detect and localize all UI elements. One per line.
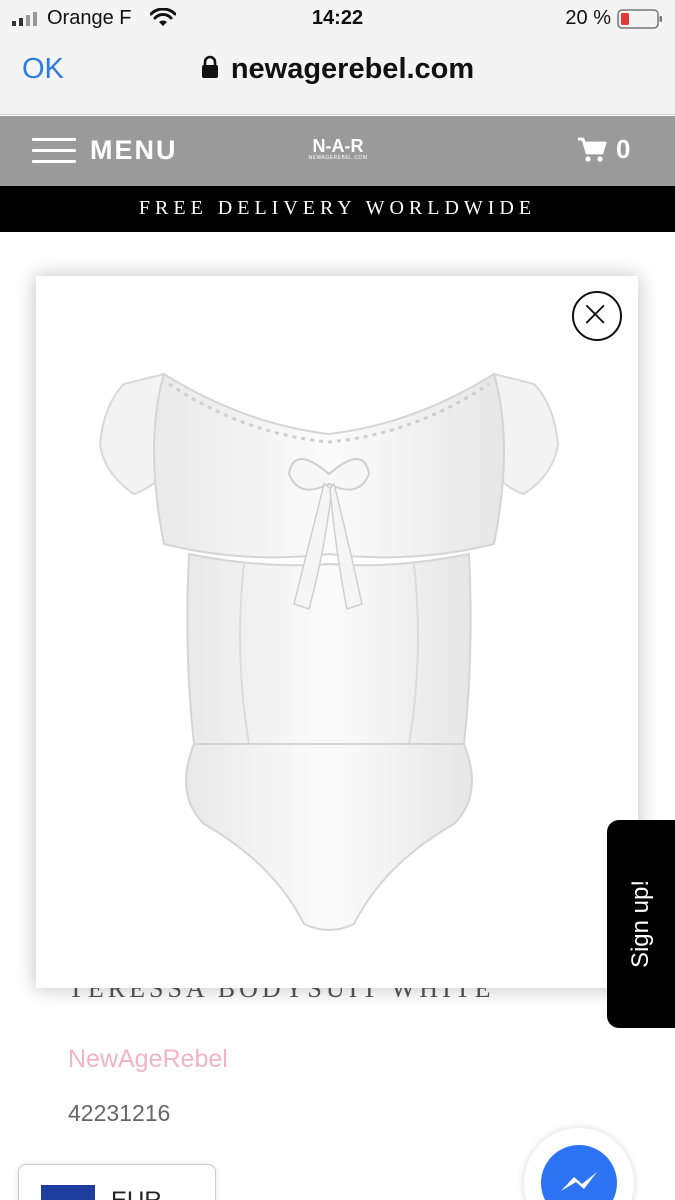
cart-icon[interactable]: [577, 136, 607, 164]
signup-tab[interactable]: Sign up!: [607, 820, 675, 1028]
logo-subtext: NEWAGEREBEL.COM: [308, 155, 368, 161]
url-field[interactable]: newagerebel.com: [0, 53, 675, 86]
battery-percentage: 20 %: [565, 7, 611, 29]
promo-text: FREE DELIVERY WORLDWIDE: [138, 197, 537, 219]
battery-icon: [617, 9, 662, 29]
image-lightbox: [36, 276, 638, 988]
cart-count[interactable]: 0: [616, 134, 630, 165]
hamburger-icon[interactable]: [32, 138, 76, 164]
promo-banner: FREE DELIVERY WORLDWIDE: [0, 186, 675, 232]
currency-code: EUR: [111, 1187, 162, 1200]
brand-link[interactable]: NewAgeRebel: [68, 1045, 228, 1074]
logo-text: N-A-R: [312, 136, 364, 156]
product-image[interactable]: [94, 324, 564, 934]
lock-icon: [201, 55, 218, 78]
signup-label: Sign up!: [627, 879, 654, 969]
product-sku: 42231216: [68, 1100, 171, 1126]
menu-button[interactable]: MENU: [90, 135, 178, 166]
site-logo[interactable]: N-A-R NEWAGEREBEL.COM: [303, 137, 373, 165]
status-bar: Orange F 14:22 20 %: [0, 0, 675, 40]
eu-flag-icon: [41, 1185, 95, 1200]
chevron-down-icon: ⌄: [177, 1191, 191, 1200]
url-text: newagerebel.com: [230, 53, 475, 85]
close-lightbox-button[interactable]: [572, 291, 622, 341]
site-header: MENU N-A-R NEWAGEREBEL.COM 0: [0, 116, 675, 186]
browser-address-bar: OK newagerebel.com: [0, 40, 675, 115]
close-icon: [585, 304, 605, 324]
currency-selector[interactable]: EUR ⌄: [18, 1164, 216, 1200]
messenger-icon: [541, 1145, 617, 1200]
messenger-chat-button[interactable]: [524, 1128, 634, 1200]
